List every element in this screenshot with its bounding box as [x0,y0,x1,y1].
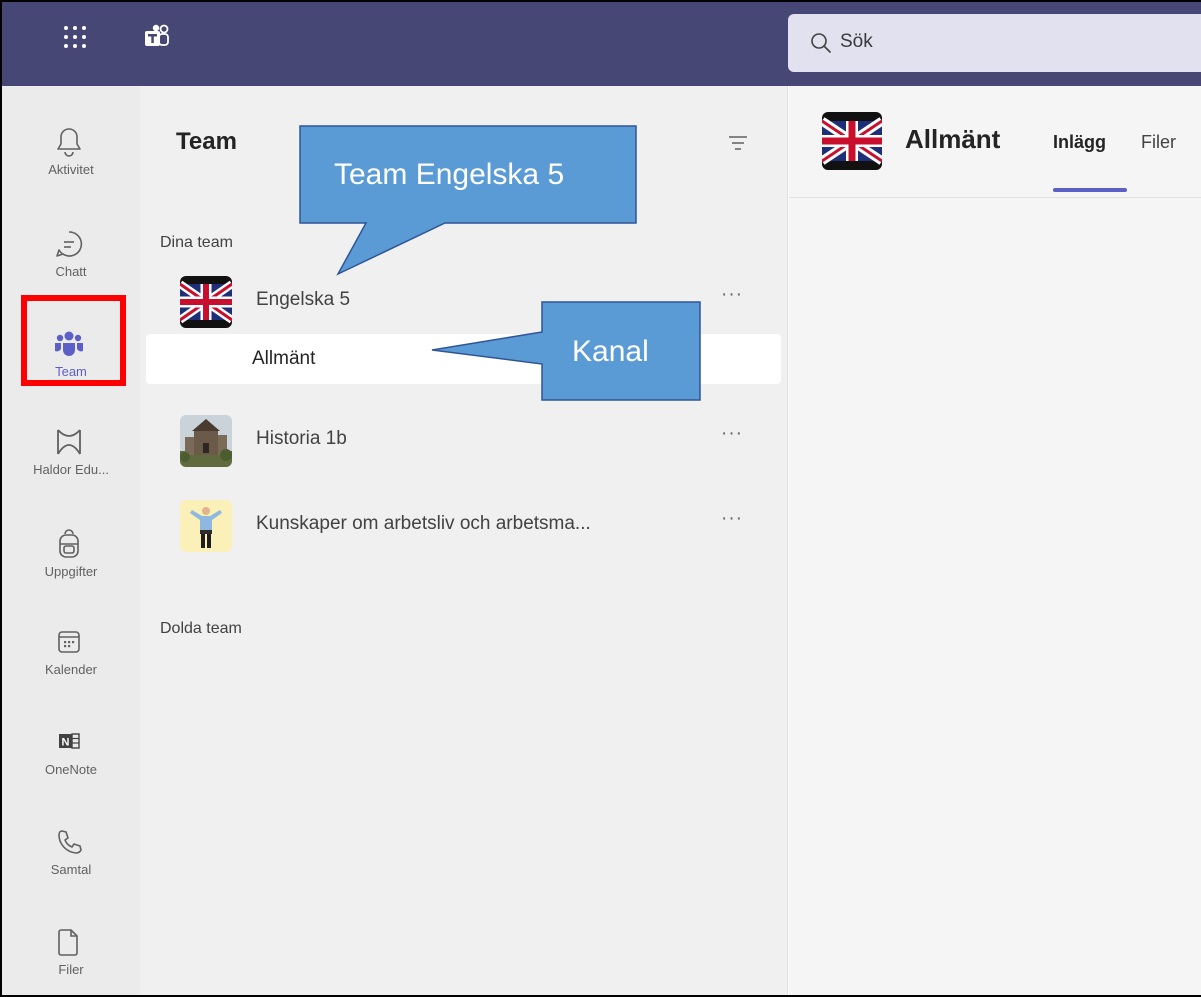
calendar-icon [54,626,84,658]
more-options-icon[interactable]: ··· [721,284,743,306]
bell-icon [54,126,84,158]
teams-logo-icon [144,24,170,50]
team-name: Historia 1b [256,428,347,449]
rail-label: Samtal [50,862,92,877]
search-icon [810,32,832,54]
chat-icon [54,228,84,260]
castle-avatar [180,415,232,467]
rail-label: Kalender [44,662,98,677]
rail-item-calendar[interactable]: Kalender [2,604,140,704]
channel-item-general[interactable]: Allmänt [146,334,781,384]
rail-label: Filer [58,962,84,977]
file-icon [54,926,84,958]
team-callout-label: Team Engelska 5 [334,158,565,191]
teams-window: Sök Aktivitet Chatt Team Haldor Edu... U… [0,0,1201,997]
search-placeholder: Sök [840,31,873,52]
team-highlight-box [21,295,126,386]
rail-item-haldor[interactable]: Haldor Edu... [2,404,140,504]
rail-item-onenote[interactable]: N OneNote [2,704,140,804]
pane-title: Team [176,128,237,155]
more-options-icon[interactable]: ··· [721,508,743,530]
teams-list-pane: Team Dina team Engelska 5 ··· Allmänt Hi… [140,86,788,995]
team-item-kunskaper[interactable]: Kunskaper om arbetsliv och arbetsma... ·… [146,496,782,554]
channel-header: Allmänt Inlägg Filer [789,86,1201,198]
channel-title: Allmänt [905,124,1001,154]
app-launcher-icon[interactable] [60,22,90,52]
rail-item-calls[interactable]: Samtal [2,804,140,904]
rail-label: Aktivitet [48,162,94,177]
channel-name: Allmänt [252,348,316,369]
channel-callout-label: Kanal [572,335,649,368]
phone-icon [54,826,84,858]
rail-item-activity[interactable]: Aktivitet [2,104,140,204]
team-name: Kunskaper om arbetsliv och arbetsma... [256,513,591,534]
svg-text:N: N [62,737,70,749]
uk-flag-avatar [822,112,882,170]
hidden-teams-header[interactable]: Dolda team [160,620,242,638]
top-bar: Sök [2,2,1201,86]
figure-avatar [180,500,232,552]
active-tab-indicator [1053,188,1127,192]
more-options-icon[interactable]: ··· [721,423,743,445]
onenote-icon: N [54,726,84,758]
filter-icon[interactable] [727,132,749,154]
rail-label: OneNote [44,762,98,777]
team-item-historia[interactable]: Historia 1b ··· [146,411,782,469]
rail-label: Haldor Edu... [33,462,109,477]
uk-flag-avatar [180,276,232,328]
channel-view: Allmänt Inlägg Filer [789,86,1201,995]
tab-posts[interactable]: Inlägg [1053,132,1106,153]
haldor-icon [54,426,84,458]
rail-label: Uppgifter [44,564,98,579]
your-teams-header[interactable]: Dina team [160,234,233,252]
rail-item-files[interactable]: Filer [2,904,140,995]
tab-files[interactable]: Filer [1141,132,1176,153]
backpack-icon [54,528,84,560]
team-name: Engelska 5 [256,289,351,310]
rail-item-assignments[interactable]: Uppgifter [2,506,140,606]
app-rail: Aktivitet Chatt Team Haldor Edu... Uppgi… [2,86,140,995]
rail-item-chat[interactable]: Chatt [2,206,140,306]
rail-label: Chatt [55,264,87,279]
search-box[interactable]: Sök [788,14,1201,72]
team-item-engelska[interactable]: Engelska 5 ··· [146,272,782,330]
